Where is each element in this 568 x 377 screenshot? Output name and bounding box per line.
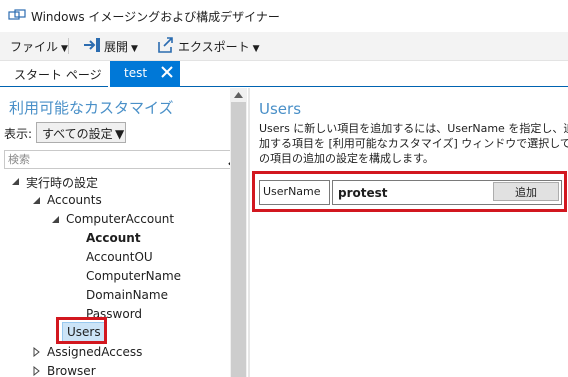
file-menu[interactable]: ファイル ▼ — [10, 38, 68, 55]
username-row: UserName 追加 — [259, 180, 562, 205]
tree-node-label: Accounts — [47, 193, 102, 207]
close-icon[interactable] — [160, 65, 174, 79]
tab-test-label: test — [124, 66, 148, 80]
deploy-menu-label: 展開 — [104, 40, 129, 54]
highlight-box-users — [56, 317, 107, 344]
app-icon — [8, 9, 26, 20]
filter-value: すべての設定 — [42, 127, 113, 141]
tree-node-label: Browser — [47, 364, 96, 377]
username-field-box: 追加 — [332, 180, 562, 205]
tree-node-label: ComputerName — [86, 269, 182, 283]
chevron-down-icon: ▼ — [61, 44, 68, 54]
settings-panel: Users Users に新しい項目を追加するには、UserName を指定し、… — [250, 88, 568, 377]
toolbar-divider — [68, 38, 69, 54]
collapsed-arrow-icon[interactable] — [31, 347, 41, 357]
search-box — [4, 150, 245, 169]
customization-tree: 実行時の設定 Accounts ComputerAccount Account … — [0, 172, 230, 377]
expand-arrow-icon[interactable] — [50, 214, 60, 224]
tree-node-domainname[interactable]: DomainName — [86, 288, 168, 306]
window-title: Windows イメージングおよび構成デザイナー — [31, 10, 280, 24]
expand-arrow-icon[interactable] — [10, 176, 20, 186]
export-icon — [158, 37, 173, 53]
tree-node-account[interactable]: Account — [86, 231, 141, 249]
tree-node-label: AccountOU — [86, 250, 153, 264]
description-line: Users に新しい項目を追加するには、UserName を指定し、追 — [259, 122, 568, 135]
tab-underline — [180, 86, 568, 87]
title-bar: Windows イメージングおよび構成デザイナー — [0, 0, 568, 32]
tree-node-label: Account — [86, 231, 141, 245]
settings-title: Users — [259, 100, 302, 118]
file-menu-label: ファイル — [10, 40, 59, 54]
filter-label: 表示: — [4, 127, 33, 141]
add-button[interactable]: 追加 — [493, 182, 559, 201]
scroll-up-icon[interactable] — [234, 92, 243, 98]
settings-description: Users に新しい項目を追加するには、UserName を指定し、追 加する項… — [259, 121, 568, 166]
deploy-icon — [84, 38, 100, 52]
deploy-menu[interactable]: 展開 ▼ — [104, 38, 138, 55]
tree-node-label: AssignedAccess — [47, 345, 143, 359]
tree-node-accountou[interactable]: AccountOU — [86, 250, 153, 268]
search-input[interactable] — [8, 152, 218, 166]
tree-scrollbar[interactable] — [230, 88, 247, 377]
chevron-down-icon: ▼ — [115, 127, 125, 141]
customizations-panel: 利用可能なカスタマイズ 表示: すべての設定 ▼ 実行時の設定 Accounts… — [0, 88, 248, 377]
export-menu[interactable]: エクスポート ▼ — [178, 38, 260, 55]
description-line: 加する項目を [利用可能なカスタマイズ] ウィンドウで選択して、こ — [259, 137, 568, 150]
username-label-box: UserName — [259, 180, 330, 205]
tab-strip: スタート ページ test — [0, 61, 568, 87]
tab-test[interactable]: test — [110, 61, 180, 87]
expand-arrow-icon[interactable] — [31, 195, 41, 205]
username-field[interactable] — [338, 185, 478, 200]
filter-dropdown[interactable]: すべての設定 ▼ — [36, 122, 126, 143]
panel-title: 利用可能なカスタマイズ — [9, 99, 174, 117]
description-line: の項目の追加の設定を構成します。 — [259, 152, 434, 165]
tab-start-page[interactable]: スタート ページ — [0, 61, 108, 87]
scrollbar-thumb[interactable] — [231, 102, 246, 377]
tree-node-label: 実行時の設定 — [26, 176, 99, 190]
tree-node-computername[interactable]: ComputerName — [86, 269, 181, 287]
chevron-down-icon: ▼ — [131, 44, 138, 54]
username-label: UserName — [263, 185, 321, 198]
export-menu-label: エクスポート — [178, 40, 250, 54]
tab-start-label: スタート ページ — [14, 68, 102, 82]
toolbar: ファイル ▼ 展開 ▼ エクスポート ▼ — [0, 32, 568, 61]
tree-node-label: ComputerAccount — [66, 212, 175, 226]
chevron-down-icon: ▼ — [252, 44, 260, 54]
collapsed-arrow-icon[interactable] — [31, 366, 41, 376]
tree-node-label: DomainName — [86, 288, 168, 302]
